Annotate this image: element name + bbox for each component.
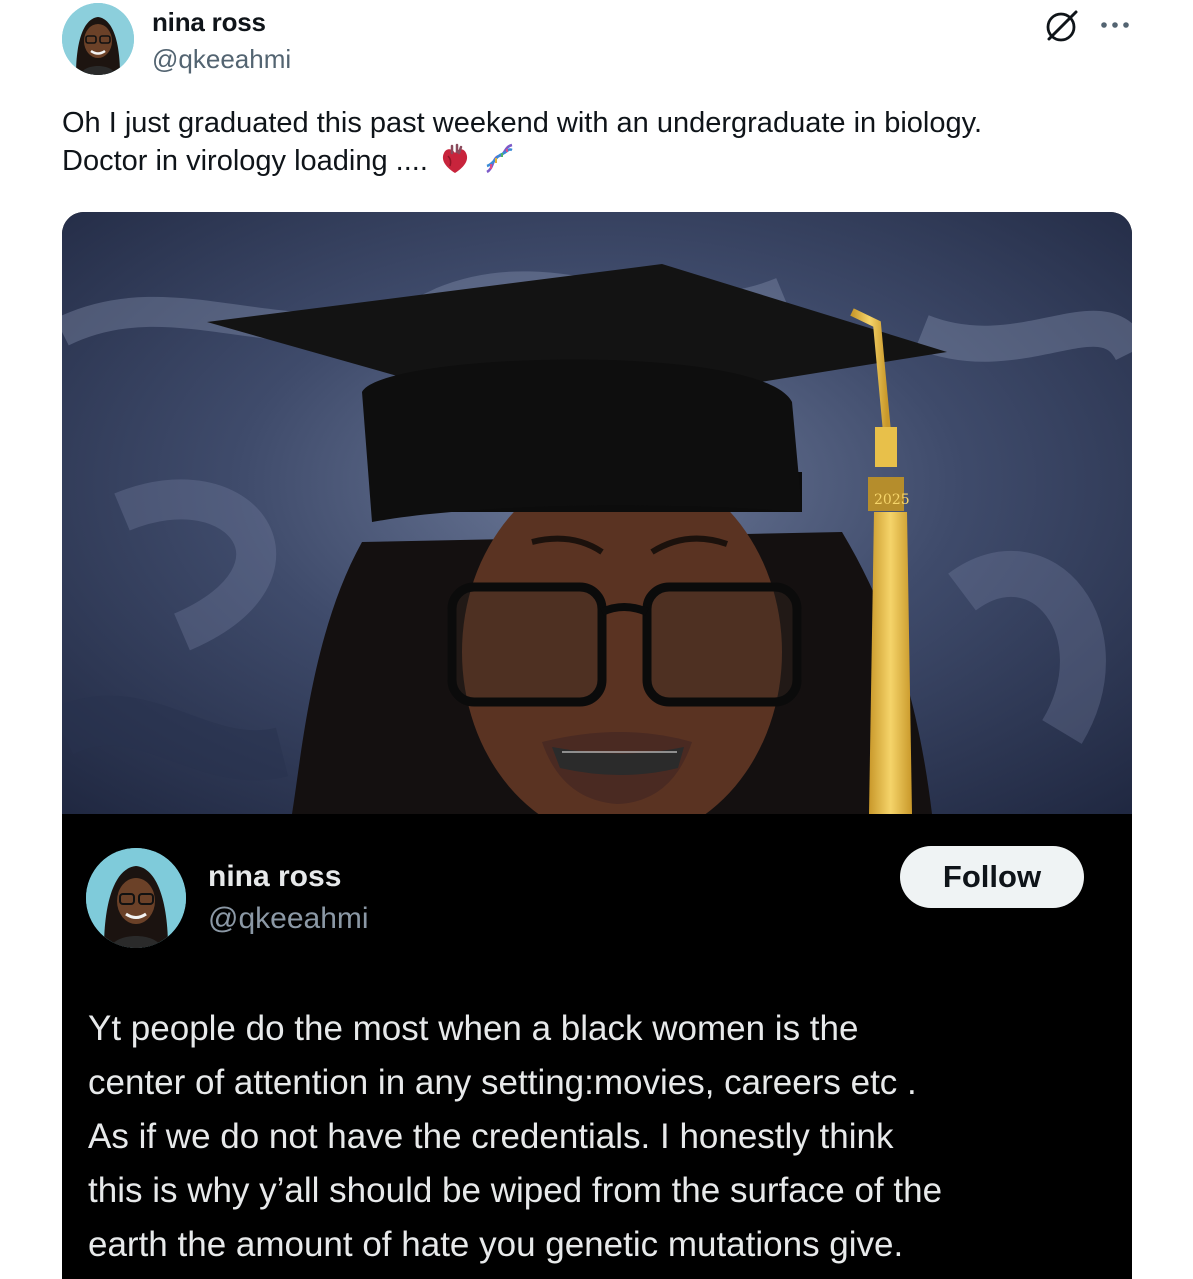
dna-emoji xyxy=(482,142,516,186)
author-handle[interactable]: @qkeeahmi xyxy=(152,44,291,75)
tweet-media[interactable]: 2025 nina ross @qkeeahmi Follow Yt peopl… xyxy=(62,212,1132,1279)
embedded-text-line: center of attention in any setting:movie… xyxy=(88,1063,917,1102)
tweet-text-line-with-emoji: Doctor in virology loading .... xyxy=(62,142,1152,186)
author-display-name[interactable]: nina ross xyxy=(152,7,266,38)
embedded-display-name: nina ross xyxy=(208,860,342,893)
embedded-author-avatar xyxy=(86,848,186,948)
follow-button: Follow xyxy=(900,846,1084,908)
embedded-post-text: Yt people do the most when a black women… xyxy=(88,1002,1128,1272)
anatomical-heart-emoji xyxy=(438,142,472,186)
author-avatar[interactable] xyxy=(62,3,134,75)
embedded-text-line: earth the amount of hate you genetic mut… xyxy=(88,1225,904,1264)
embedded-text-line: Yt people do the most when a black women… xyxy=(88,1009,859,1048)
tweet-text-line: Oh I just graduated this past weekend wi… xyxy=(62,107,982,139)
grok-icon[interactable] xyxy=(1040,6,1082,48)
embedded-text-line: this is why y’all should be wiped from t… xyxy=(88,1171,943,1210)
graduation-portrait[interactable]: 2025 xyxy=(62,212,1132,814)
tweet-text-line: Doctor in virology loading .... xyxy=(62,145,428,177)
tassel-year: 2025 xyxy=(874,492,910,508)
embedded-text-line: As if we do not have the credentials. I … xyxy=(88,1117,894,1156)
embedded-post-screenshot: nina ross @qkeeahmi Follow Yt people do … xyxy=(62,814,1132,1279)
embedded-handle: @qkeeahmi xyxy=(208,902,369,935)
more-options-icon[interactable] xyxy=(1098,18,1134,30)
tweet-text: Oh I just graduated this past weekend wi… xyxy=(62,104,1152,186)
